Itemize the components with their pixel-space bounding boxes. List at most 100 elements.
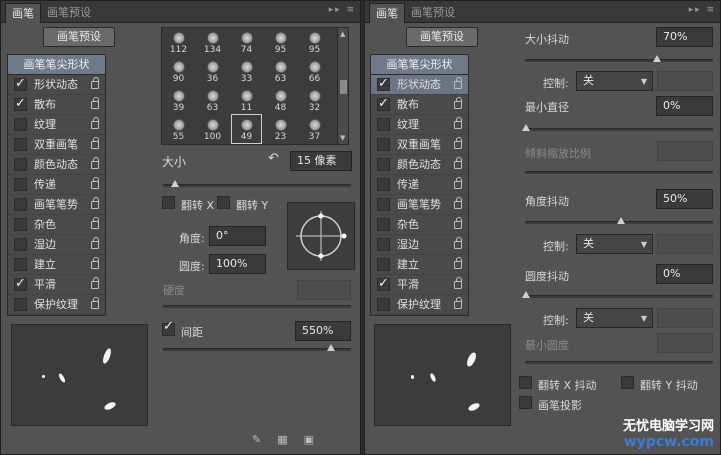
list-item[interactable]: 画笔笔势 [371,195,468,215]
list-item[interactable]: ✓ 平滑 [371,275,468,295]
size-jitter-field[interactable]: 70% [656,27,713,47]
list-item[interactable]: 保护纹理 [371,295,468,315]
list-item-checkbox[interactable] [377,198,390,211]
list-item[interactable]: 保护纹理 [8,295,105,315]
list-item-checkbox[interactable] [14,258,27,271]
tab-brush[interactable]: 画笔 [369,3,405,23]
lock-icon[interactable] [454,237,462,249]
list-item-checkbox[interactable]: ✓ [377,96,390,111]
spacing-field[interactable]: 550% [295,321,351,341]
size-slider-knob[interactable] [171,180,179,187]
angle-control-select[interactable]: 关 ▼ [576,234,653,254]
lock-icon[interactable] [91,177,99,189]
lock-icon[interactable] [454,257,462,269]
tab-brush-presets[interactable]: 画笔预设 [405,3,461,23]
lock-icon[interactable] [454,177,462,189]
brush-tip-cell[interactable]: 90 [164,57,193,85]
lock-icon[interactable] [91,257,99,269]
lock-icon[interactable] [91,277,99,289]
list-item-checkbox[interactable] [14,158,27,171]
grid-scrollbar[interactable]: ▲ ▼ [337,28,348,144]
list-item[interactable]: ✓ 平滑 [8,275,105,295]
lock-icon[interactable] [454,297,462,309]
lock-icon[interactable] [454,277,462,289]
flip-y-jitter-checkbox[interactable] [621,376,634,389]
tab-brush[interactable]: 画笔 [5,3,41,23]
list-item-checkbox[interactable]: ✓ [14,276,27,291]
list-item[interactable]: 颜色动态 [8,155,105,175]
list-item-checkbox[interactable] [377,218,390,231]
angle-jitter-field[interactable]: 50% [656,189,713,209]
list-item-checkbox[interactable] [14,138,27,151]
brush-tip-cell[interactable]: 63 [266,57,295,85]
brush-projection-checkbox[interactable] [519,396,532,409]
tab-brush-presets[interactable]: 画笔预设 [41,3,97,23]
flip-x-checkbox[interactable] [162,196,175,209]
list-item[interactable]: 画笔笔势 [8,195,105,215]
brush-tip-cell[interactable]: 74 [232,28,261,56]
list-item[interactable]: ✓ 形状动态 [8,75,105,95]
list-item[interactable]: 建立 [8,255,105,275]
list-item[interactable]: ✓ 形状动态 [371,75,468,95]
angle-jitter-slider[interactable] [525,217,713,224]
list-item[interactable]: 双重画笔 [371,135,468,155]
lock-icon[interactable] [91,157,99,169]
angle-roundness-widget[interactable] [287,202,355,270]
brush-tip-cell[interactable]: 134 [198,28,227,56]
list-item-checkbox[interactable] [14,198,27,211]
size-field[interactable]: 15 像素 [290,151,352,171]
brush-tip-cell[interactable]: 33 [232,57,261,85]
lock-icon[interactable] [91,137,99,149]
scroll-thumb[interactable] [340,80,347,94]
size-slider[interactable] [163,180,351,187]
roundness-control-select[interactable]: 关 ▼ [576,308,653,328]
brush-tip-shape-item[interactable]: 画笔笔尖形状 [371,55,468,75]
list-item[interactable]: ✓ 散布 [8,95,105,115]
lock-icon[interactable] [454,117,462,129]
brush-tip-cell[interactable]: 49 [231,114,262,144]
list-item[interactable]: 传递 [8,175,105,195]
panel-menu-icon[interactable]: ▸▸ ≡ [689,5,716,15]
lock-icon[interactable] [91,297,99,309]
scroll-up-icon[interactable]: ▲ [340,30,345,38]
lock-icon[interactable] [91,97,99,109]
scroll-down-icon[interactable]: ▼ [340,134,345,142]
panel-menu-icon[interactable]: ▸▸ ≡ [329,5,356,15]
brush-tip-cell[interactable]: 95 [300,28,329,56]
brush-tip-cell[interactable]: 95 [266,28,295,56]
brush-tip-cell[interactable]: 63 [198,86,227,114]
list-item-checkbox[interactable] [14,218,27,231]
list-item-checkbox[interactable]: ✓ [377,276,390,291]
brush-tip-cell[interactable]: 36 [198,57,227,85]
list-item-checkbox[interactable] [377,118,390,131]
toggle-proof-icon[interactable]: ✎ [252,433,277,446]
brush-tip-cell[interactable]: 39 [164,86,193,114]
lock-icon[interactable] [454,77,462,89]
lock-icon[interactable] [91,77,99,89]
list-item[interactable]: 传递 [371,175,468,195]
angle-jitter-knob[interactable] [617,217,625,224]
list-item[interactable]: 双重画笔 [8,135,105,155]
new-preset-icon[interactable]: ▣ [304,433,330,446]
lock-icon[interactable] [454,217,462,229]
list-item-checkbox[interactable] [377,138,390,151]
min-diameter-slider[interactable] [522,124,713,131]
roundness-field[interactable]: 100% [209,254,266,274]
roundness-jitter-slider[interactable] [522,291,713,298]
roundness-jitter-knob[interactable] [522,291,530,298]
list-item[interactable]: 颜色动态 [371,155,468,175]
lock-icon[interactable] [91,117,99,129]
brush-tip-cell[interactable]: 23 [266,115,295,143]
list-item-checkbox[interactable] [377,178,390,191]
list-item[interactable]: 湿边 [371,235,468,255]
min-diameter-field[interactable]: 0% [656,96,713,116]
list-item[interactable]: 湿边 [8,235,105,255]
lock-icon[interactable] [454,197,462,209]
list-item-checkbox[interactable] [377,158,390,171]
brush-tip-cell[interactable]: 112 [164,28,193,56]
lock-icon[interactable] [91,217,99,229]
brush-tip-cell[interactable]: 48 [266,86,295,114]
brush-tip-cell[interactable]: 55 [164,115,193,143]
list-item-checkbox[interactable] [377,238,390,251]
list-item-checkbox[interactable] [377,258,390,271]
